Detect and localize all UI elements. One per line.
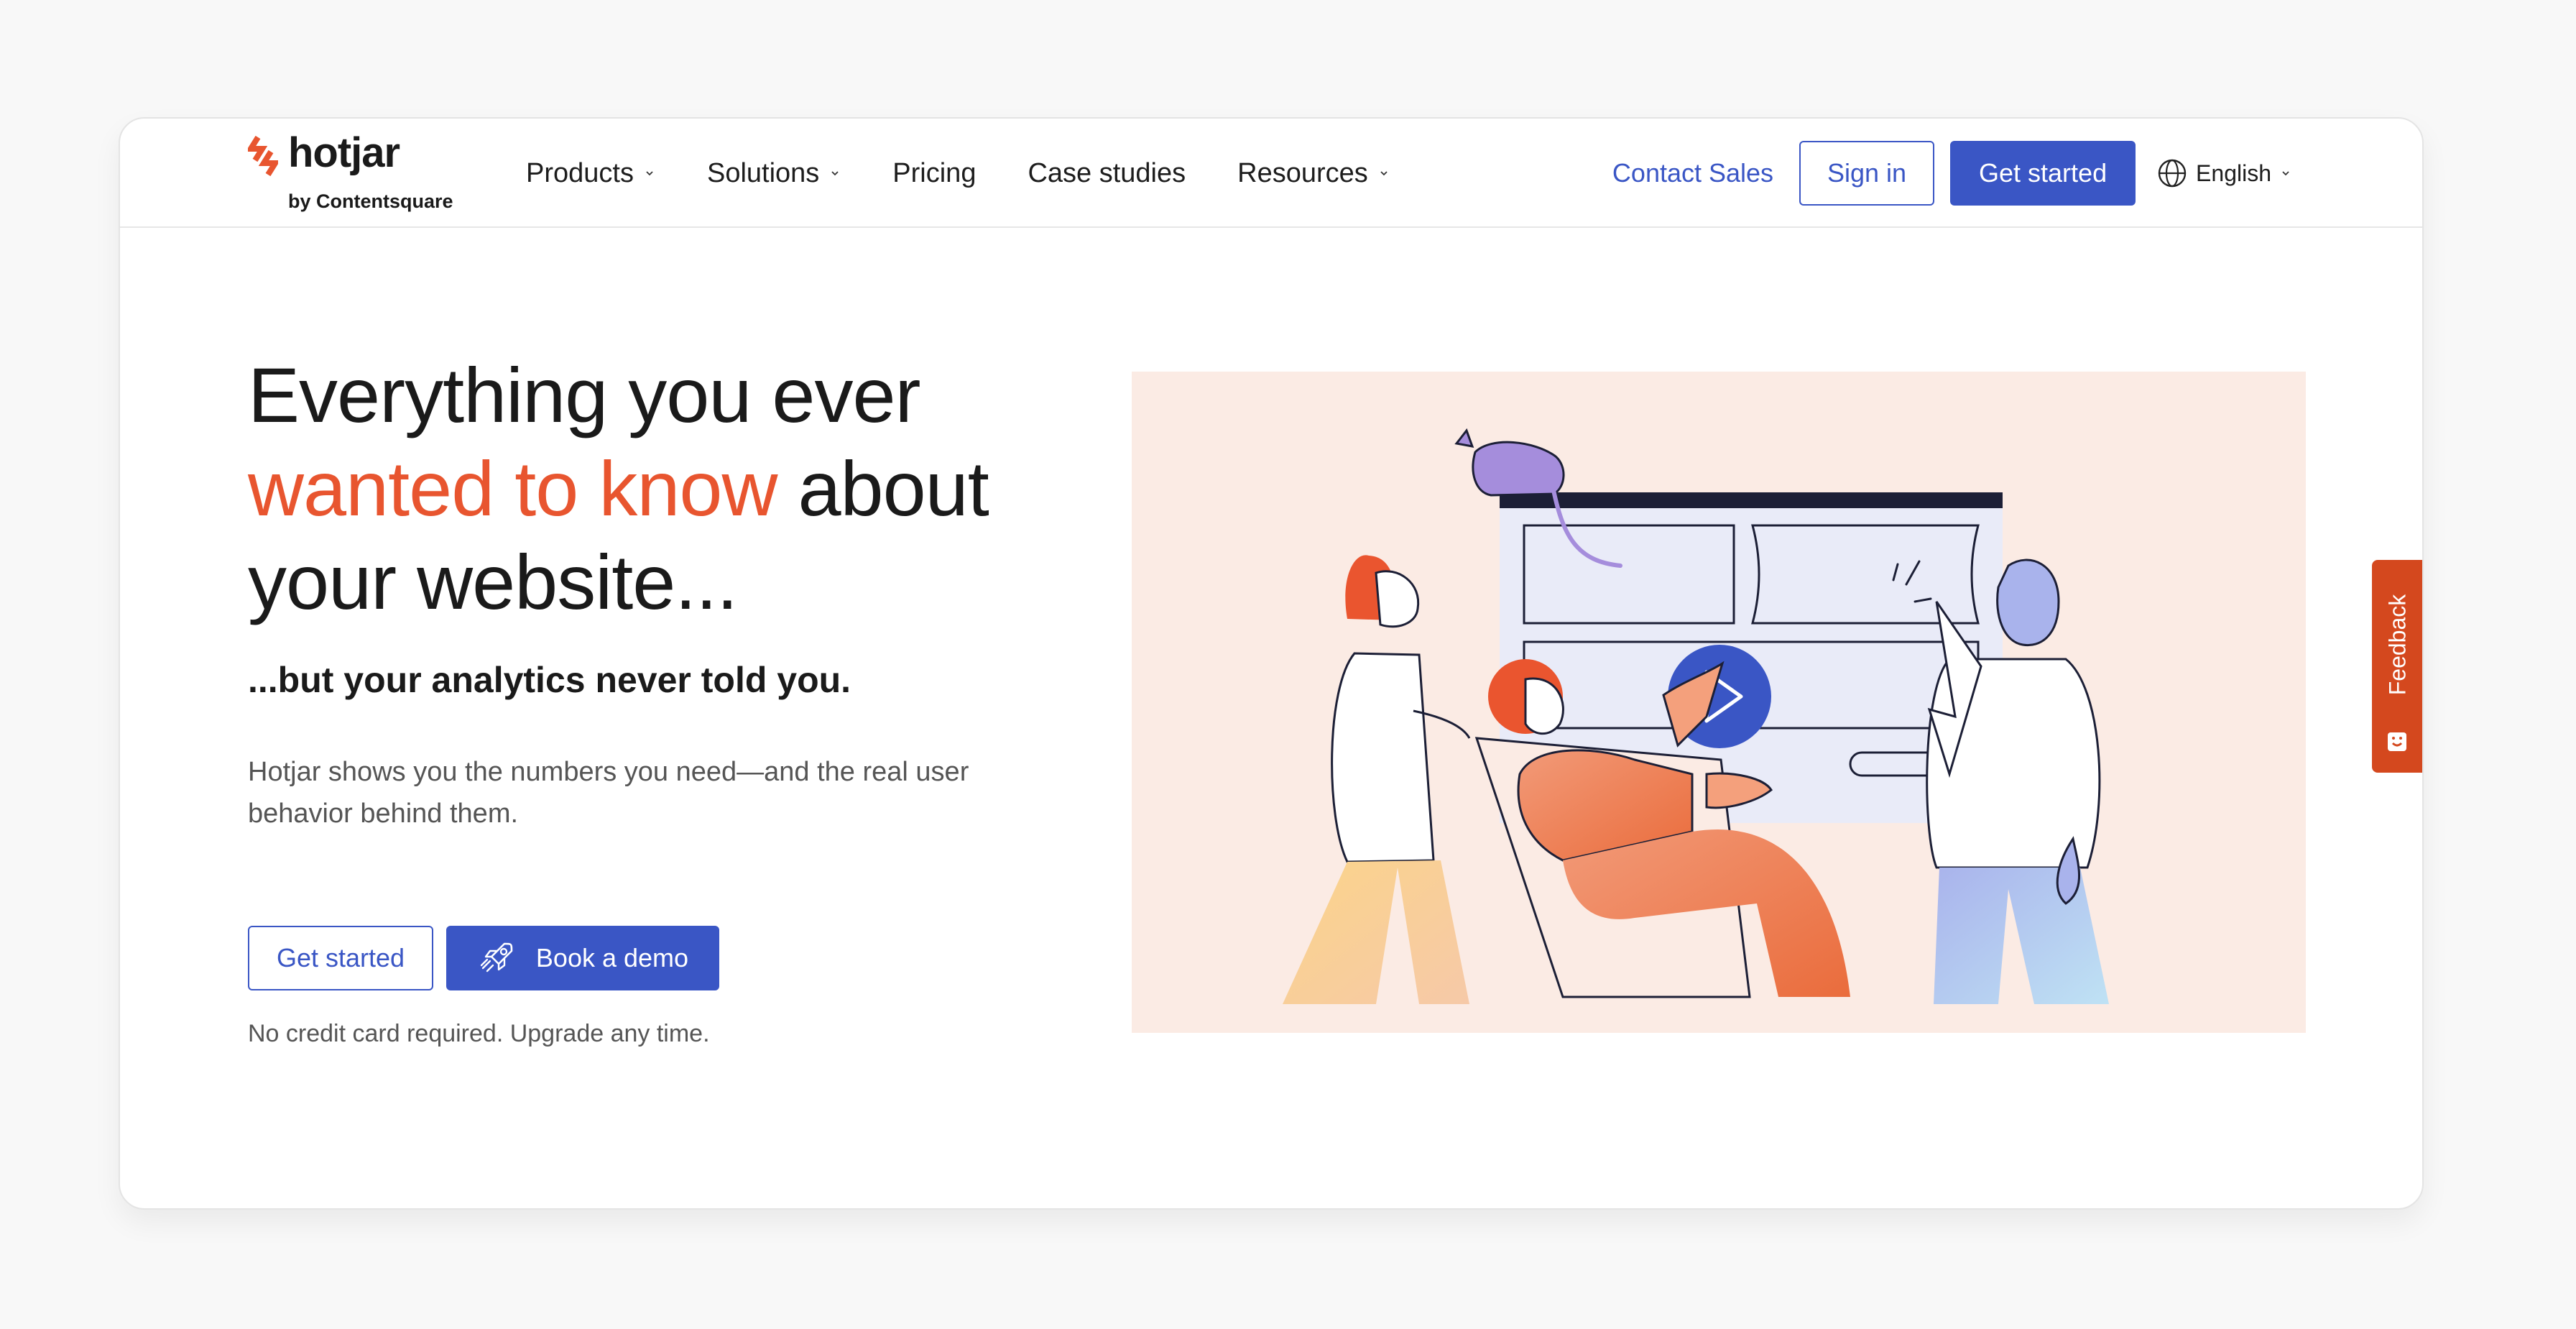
book-demo-label: Book a demo — [535, 943, 689, 972]
hotjar-mark-icon — [248, 135, 278, 177]
nav-case-studies[interactable]: Case studies — [1028, 158, 1186, 189]
hero-title-accent: wanted to know — [248, 445, 777, 532]
nav-pricing-label: Pricing — [892, 157, 977, 188]
top-nav: hotjar by Contentsquare Products Solutio… — [120, 119, 2422, 228]
nav-solutions-label: Solutions — [706, 157, 820, 188]
nav-resources[interactable]: Resources — [1237, 158, 1390, 189]
hero-title-after-accent: about — [777, 445, 989, 532]
language-selector[interactable]: English — [2157, 158, 2300, 188]
hero-title-line3: your website... — [248, 538, 738, 625]
book-demo-button[interactable]: Book a demo — [446, 926, 719, 990]
globe-icon — [2158, 159, 2187, 188]
hero-get-started-button[interactable]: Get started — [248, 926, 433, 990]
hero-illustration-art — [1283, 428, 2109, 1004]
logo-subtitle: by Contentsquare — [288, 190, 453, 212]
no-credit-card-note: No credit card required. Upgrade any tim… — [248, 1020, 710, 1047]
logo-wordmark: hotjar — [288, 129, 400, 176]
nav-pricing[interactable]: Pricing — [892, 158, 976, 189]
hero-subhead: ...but your analytics never told you. — [248, 660, 851, 700]
feedback-label: Feedback — [2384, 594, 2411, 696]
nav-resources-label: Resources — [1237, 157, 1368, 188]
feedback-smiley-icon — [2388, 732, 2406, 751]
browser-frame: hotjar by Contentsquare Products Solutio… — [119, 117, 2424, 1210]
nav-products[interactable]: Products — [526, 158, 655, 189]
sign-in-button[interactable]: Sign in — [1799, 141, 1935, 206]
rocket-icon — [480, 942, 513, 972]
hero-title-line1: Everything you ever — [248, 351, 920, 438]
nav-actions: Contact Sales Sign in Get started Englis… — [1612, 119, 2422, 228]
chevron-down-icon — [646, 171, 653, 176]
hero-title: Everything you ever wanted to know about… — [248, 349, 1182, 629]
hero-body: Hotjar shows you the numbers you need—an… — [248, 757, 969, 829]
nav-solutions[interactable]: Solutions — [707, 158, 841, 189]
hero-illustration — [1132, 372, 2306, 1033]
get-started-button[interactable]: Get started — [1950, 141, 2136, 206]
hotjar-logo[interactable]: hotjar by Contentsquare — [248, 129, 471, 218]
hero-cta-row: Get started Book a demo — [248, 926, 719, 990]
chevron-down-icon — [1380, 171, 1388, 176]
nav-case-studies-label: Case studies — [1028, 157, 1186, 188]
main-menu: Products Solutions Pricing Case studies … — [526, 119, 1441, 228]
nav-products-label: Products — [526, 157, 634, 188]
language-label: English — [2196, 160, 2271, 186]
chevron-down-icon — [2282, 171, 2289, 176]
contact-sales-link[interactable]: Contact Sales — [1612, 158, 1773, 188]
feedback-tab[interactable]: Feedback — [2372, 560, 2422, 773]
chevron-down-icon — [831, 171, 839, 176]
